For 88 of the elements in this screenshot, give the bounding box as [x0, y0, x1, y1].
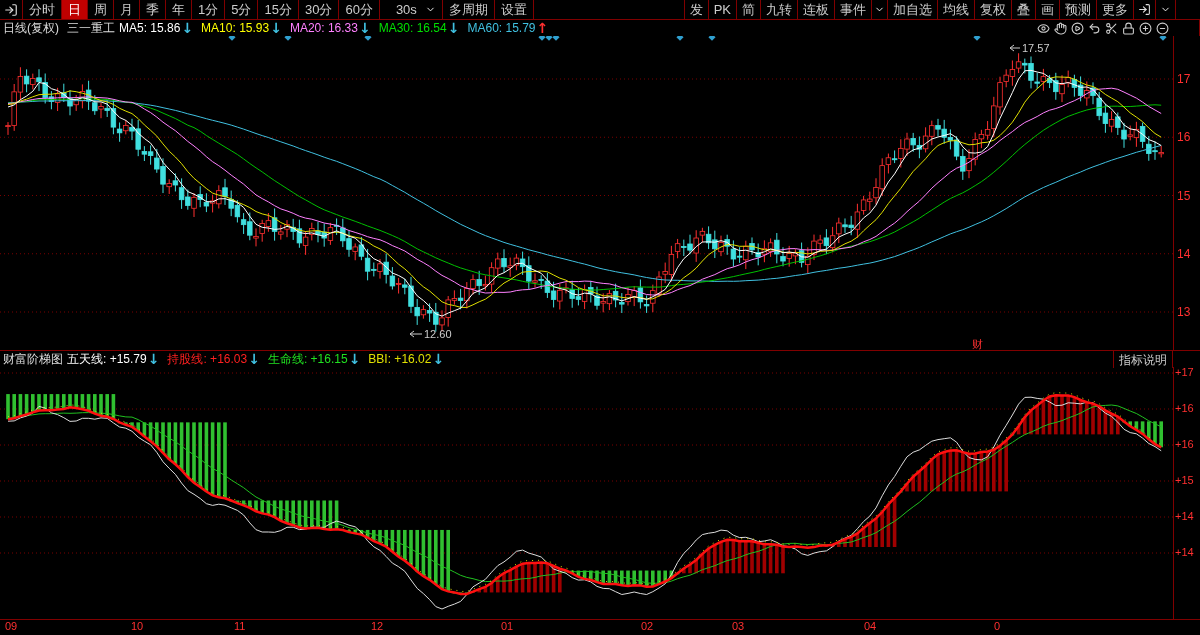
signal-marker-icon [228, 36, 236, 41]
eye-icon[interactable] [1037, 21, 1050, 35]
price-axis-label: 13 [1177, 306, 1191, 318]
trend-arrow: ↓ [248, 352, 260, 366]
play-icon[interactable] [1071, 21, 1084, 35]
chart-title: 日线(复权) [3, 20, 59, 37]
period-tab[interactable]: 30分 [298, 0, 340, 19]
indicator-axis-label: +14 [1174, 547, 1195, 560]
period-tab[interactable]: 15分 [258, 0, 299, 19]
legend-value: MA10: 15.93 [201, 20, 270, 37]
high-price-label: 17.57 [1022, 42, 1050, 54]
pointer-arrow [1009, 44, 1021, 52]
price-axis-label: 16 [1177, 131, 1191, 144]
period-tab[interactable]: 周 [88, 0, 114, 19]
period-tab[interactable]: 设置 [494, 0, 534, 19]
period-tab[interactable]: 多周期 [442, 0, 495, 19]
legend-value: MA20: 16.33 [289, 20, 358, 37]
indicator-title: 财富阶梯图 [3, 351, 63, 368]
indicator-axis-label: +16 [1174, 439, 1195, 452]
event-marker[interactable]: 财 [972, 338, 983, 350]
date-axis-label: 03 [732, 621, 745, 632]
date-axis-label: 0 [994, 621, 1001, 632]
legend-value: BBI: +16.02 [368, 351, 432, 368]
period-tab[interactable]: 30s [379, 0, 443, 19]
date-axis-label: 02 [641, 621, 654, 632]
date-axis-label: 12 [371, 621, 384, 632]
signal-marker-icon [708, 36, 716, 41]
trend-arrow: ↓ [181, 21, 194, 35]
legend-value: 持股线: +16.03 [167, 351, 248, 368]
stock-name: 三一重工 [67, 20, 115, 37]
period-tab[interactable]: 1分 [192, 0, 226, 19]
undo-icon[interactable] [1088, 21, 1101, 35]
trend-arrow: ↓ [348, 352, 361, 366]
indicator-axis-label: +15 [1174, 475, 1195, 488]
trend-arrow: ↑ [536, 21, 549, 35]
toolbar-button[interactable]: PK [707, 0, 736, 19]
legend-value: MA60: 15.79 [467, 20, 536, 37]
scissors-icon[interactable] [1105, 21, 1118, 35]
period-tab[interactable]: 年 [166, 0, 192, 19]
indicator-help-button[interactable]: 指标说明 [1113, 350, 1173, 368]
toolbar-button[interactable]: 画 [1035, 0, 1059, 19]
legend-value: 五天线: +15.79 [67, 351, 147, 368]
toolbar-button[interactable]: 连板 [797, 0, 834, 19]
trend-arrow: ↓ [358, 21, 371, 35]
trend-arrow: ↓ [147, 352, 160, 366]
period-tab[interactable]: 60分 [339, 0, 380, 19]
toolbar-button[interactable]: 加自选 [887, 0, 937, 19]
toolbar-button[interactable]: 事件 [834, 0, 871, 19]
date-axis-label: 09 [5, 621, 18, 632]
legend-value: MA5: 15.86 [119, 20, 181, 37]
toolbar-button[interactable]: 复权 [974, 0, 1011, 19]
signal-marker-icon [973, 36, 981, 41]
low-price-label: 12.60 [424, 328, 452, 340]
period-tab[interactable]: 月 [114, 0, 140, 19]
period-tab[interactable]: 日 [62, 0, 88, 19]
legend-value: MA30: 16.54 [378, 20, 447, 37]
legend-value: 生命线: +16.15 [267, 351, 348, 368]
signal-marker-icon [284, 36, 292, 41]
date-axis-label: 11 [234, 621, 246, 632]
period-tab[interactable]: 5分 [225, 0, 259, 19]
toolbar-button[interactable]: 更多 [1096, 0, 1133, 19]
toolbar-button[interactable]: 叠 [1011, 0, 1035, 19]
date-axis-label: 10 [131, 621, 144, 632]
date-axis-label: 01 [501, 621, 514, 632]
indicator-axis-label: +16 [1174, 403, 1195, 416]
signal-marker-icon [364, 36, 372, 41]
trend-arrow: ↓ [270, 21, 282, 35]
trend-arrow: ↓ [447, 21, 460, 35]
zoom-in-icon[interactable] [1139, 21, 1152, 35]
toolbar-button[interactable]: 发 [683, 0, 708, 19]
price-axis-label: 17 [1177, 73, 1191, 85]
toolbar-button[interactable]: 预测 [1059, 0, 1096, 19]
toolbar-button[interactable]: 简 [736, 0, 760, 19]
trend-arrow: ↓ [432, 352, 445, 366]
price-axis-label: 15 [1177, 189, 1191, 202]
pointer-arrow [409, 330, 423, 338]
hand-icon[interactable] [1054, 21, 1067, 35]
indicator-axis-label: +17 [1174, 367, 1195, 380]
toolbar-button[interactable]: 均线 [937, 0, 974, 19]
date-axis-label: 04 [864, 621, 877, 632]
period-tab[interactable]: 季 [140, 0, 166, 19]
signal-marker-icon [676, 36, 684, 41]
signal-marker-icon [1159, 36, 1167, 41]
toolbar-button[interactable]: 九转 [760, 0, 797, 19]
indicator-axis-label: +14 [1174, 511, 1195, 524]
zoom-out-icon[interactable] [1156, 21, 1169, 35]
price-axis-label: 14 [1177, 247, 1191, 260]
lock-icon[interactable] [1122, 21, 1135, 35]
